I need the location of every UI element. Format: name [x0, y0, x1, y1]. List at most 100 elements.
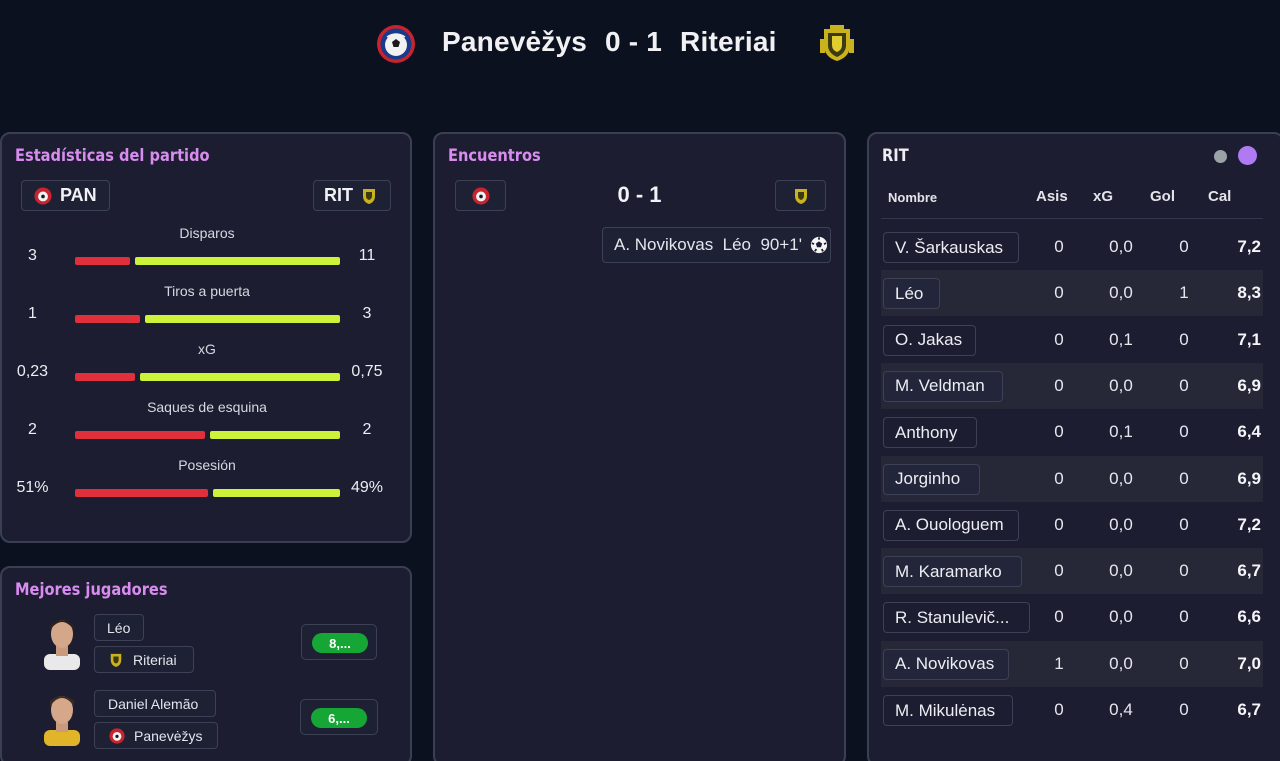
player-name-button[interactable]: A. Novikovas — [883, 648, 1009, 680]
player-name-tag[interactable]: Daniel Alemão — [94, 690, 216, 717]
player-name: Jorginho — [895, 469, 961, 488]
player-name: M. Karamarko — [895, 561, 1002, 581]
player-team: Panevėžys — [134, 727, 203, 744]
cell-xg: 0,1 — [1109, 422, 1133, 442]
cell-xg: 0,0 — [1109, 514, 1133, 534]
panevezys-crest-icon — [377, 25, 415, 63]
stat-away-bar — [140, 373, 340, 381]
match-stats-panel: Estadísticas del partido PAN RIT Disparo… — [0, 132, 412, 543]
cell-goals: 0 — [1179, 329, 1189, 349]
column-header-name[interactable]: Nombre — [888, 190, 937, 205]
cell-assists: 0 — [1054, 329, 1064, 349]
panel-title: Mejores jugadores — [15, 580, 168, 600]
player-name-button[interactable]: M. Mikulėnas — [883, 695, 1013, 726]
player-name-button[interactable]: M. Veldman — [883, 370, 1003, 402]
ball-icon — [810, 236, 828, 254]
player-name: R. Stanulevič... — [895, 607, 1010, 627]
cell-xg: 0,0 — [1109, 653, 1133, 673]
player-team-tag[interactable]: Panevėžys — [94, 722, 218, 749]
stat-home-value: 51% — [16, 479, 49, 496]
player-team: Riteriai — [133, 651, 177, 668]
stat-home-value: 2 — [28, 421, 37, 438]
stat-away-value: 2 — [362, 421, 372, 438]
player-name: M. Veldman — [895, 376, 985, 396]
team-toggle-dot-selected[interactable] — [1238, 146, 1257, 165]
team-toggle-dot-neutral[interactable] — [1214, 150, 1227, 163]
table-row[interactable]: A. Novikovas 1 0,0 0 7,0 — [881, 640, 1263, 687]
player-name-button[interactable]: V. Šarkauskas — [883, 232, 1019, 263]
table-row[interactable]: Jorginho 0 0,0 0 6,9 — [881, 455, 1263, 502]
player-name: Anthony — [895, 422, 958, 442]
player-name: Léo — [107, 619, 131, 636]
goal-event[interactable]: A. Novikovas Léo 90+1' — [602, 227, 831, 263]
table-row[interactable]: Anthony 0 0,1 0 6,4 — [881, 409, 1263, 455]
cell-goals: 1 — [1179, 283, 1189, 303]
cell-assists: 0 — [1054, 468, 1064, 488]
panel-title: RIT — [882, 146, 909, 166]
home-team-name: Panevėžys — [442, 26, 588, 57]
player-name-tag[interactable]: Léo — [94, 614, 144, 641]
cell-assists: 0 — [1054, 607, 1064, 627]
stat-home-value: 1 — [28, 305, 37, 322]
cell-goals: 0 — [1179, 422, 1189, 442]
riteriai-crest-icon — [794, 188, 807, 204]
cell-xg: 0,0 — [1109, 375, 1133, 395]
player-photo — [44, 696, 80, 746]
player-name-button[interactable]: R. Stanulevič... — [883, 602, 1030, 634]
riteriai-crest-icon — [363, 188, 375, 204]
cell-rating: 6,9 — [1237, 375, 1261, 395]
goal-event-text: A. Novikovas Léo 90+1' — [614, 235, 802, 254]
player-name-button[interactable]: O. Jakas — [883, 324, 976, 356]
cell-xg: 0,0 — [1109, 561, 1133, 581]
player-name-button[interactable]: Léo — [883, 278, 940, 310]
player-rating: 6,... — [311, 708, 367, 728]
column-header-xg[interactable]: xG — [1093, 188, 1113, 205]
away-team-chip[interactable]: RIT — [313, 180, 391, 211]
table-row[interactable]: M. Karamarko 0 0,0 0 6,7 — [881, 548, 1263, 595]
column-header-goals[interactable]: Gol — [1150, 188, 1175, 205]
player-team-tag[interactable]: Riteriai — [94, 646, 194, 673]
player-rating: 8,... — [312, 633, 368, 653]
player-name-button[interactable]: Anthony — [883, 417, 977, 449]
stat-home-bar — [75, 373, 135, 381]
player-name-button[interactable]: Jorginho — [883, 463, 980, 495]
cell-xg: 0,0 — [1109, 607, 1133, 627]
table-row[interactable]: A. Ouologuem 0 0,0 0 7,2 — [881, 502, 1263, 548]
scoreline-text: Panevėžys 0 - 1 Riteriai — [442, 26, 777, 58]
stat-away-bar — [145, 315, 340, 323]
cell-rating: 6,9 — [1237, 468, 1261, 488]
stat-away-value: 49% — [350, 479, 384, 496]
panevezys-crest-icon — [109, 727, 125, 744]
table-row[interactable]: Léo 0 0,0 1 8,3 — [881, 270, 1263, 317]
player-photo — [44, 620, 80, 670]
player-name-button[interactable]: M. Karamarko — [883, 556, 1022, 588]
away-team-chip[interactable] — [775, 180, 826, 211]
best-players-panel: Mejores jugadores Léo Riteriai 8,... Dan… — [0, 566, 412, 761]
stat-home-value: 3 — [28, 247, 37, 264]
stat-home-value: 0,23 — [16, 363, 49, 380]
table-row[interactable]: R. Stanulevič... 0 0,0 0 6,6 — [881, 594, 1263, 640]
stat-away-bar — [135, 257, 340, 265]
cell-assists: 0 — [1054, 237, 1064, 256]
riteriai-crest-icon — [820, 25, 854, 61]
cell-goals: 0 — [1179, 468, 1189, 488]
player-name: Daniel Alemão — [108, 695, 199, 712]
stat-label: xG — [198, 341, 216, 357]
table-row[interactable]: V. Šarkauskas 0 0,0 0 7,2 — [881, 224, 1263, 270]
cell-assists: 0 — [1054, 514, 1064, 534]
cell-assists: 0 — [1054, 422, 1064, 442]
column-header-assists[interactable]: Asis — [1036, 188, 1068, 205]
stat-away-bar — [210, 431, 340, 439]
away-team-name: Riteriai — [680, 26, 777, 57]
cell-rating: 7,0 — [1237, 653, 1261, 673]
stat-away-value: 0,75 — [351, 363, 383, 380]
stat-label: Posesión — [178, 457, 236, 473]
table-row[interactable]: O. Jakas 0 0,1 0 7,1 — [881, 317, 1263, 363]
table-row[interactable]: M. Veldman 0 0,0 0 6,9 — [881, 362, 1263, 409]
column-header-rating[interactable]: Cal — [1208, 188, 1231, 205]
table-row[interactable]: M. Mikulėnas 0 0,4 0 6,7 — [881, 687, 1263, 733]
home-team-chip[interactable]: PAN — [21, 180, 110, 211]
cell-assists: 0 — [1054, 375, 1064, 395]
stat-home-bar — [75, 431, 205, 439]
player-name-button[interactable]: A. Ouologuem — [883, 509, 1019, 541]
